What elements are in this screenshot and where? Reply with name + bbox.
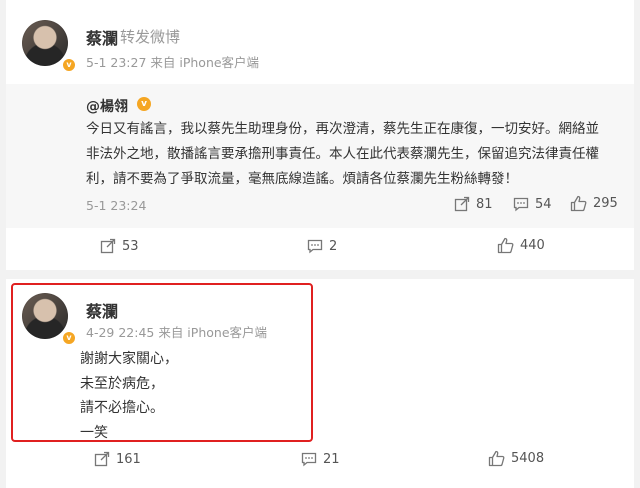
- avatar[interactable]: [22, 293, 68, 339]
- comment-button[interactable]: 21: [301, 451, 340, 467]
- share-icon: [100, 238, 116, 254]
- share-icon: [454, 196, 470, 212]
- quoted-time: 5-1 23:24: [86, 198, 147, 213]
- avatar[interactable]: [22, 20, 68, 66]
- author-name[interactable]: 蔡瀾: [86, 25, 118, 49]
- quoted-like-button[interactable]: 295: [570, 195, 618, 212]
- comment-count: 21: [323, 451, 340, 467]
- verified-icon: v: [61, 330, 77, 346]
- repost-card: v 蔡瀾 转发微博 5-1 23:27 来自 iPhone客户端 @楊翎 v 今…: [6, 0, 634, 270]
- verified-icon: v: [137, 97, 151, 111]
- like-icon: [497, 237, 514, 254]
- quoted-text-line: 利，請不要為了爭取流量，毫無底線造謠。煩請各位蔡瀾先生粉絲轉發！: [86, 171, 518, 187]
- like-count: 295: [593, 196, 618, 211]
- post-text: 謝謝大家關心， 未至於病危， 請不必擔心。 一笑: [80, 347, 178, 445]
- comment-icon: [513, 196, 529, 212]
- quoted-text-line: 非法外之地，散播謠言要承擔刑事責任。本人在此代表蔡瀾先生，保留追究法律責任權: [86, 146, 599, 162]
- post-meta: 4-29 22:45 来自 iPhone客户端: [86, 325, 268, 340]
- quoted-author[interactable]: @楊翎: [86, 96, 128, 116]
- post-text-line: 謝謝大家關心，: [80, 351, 178, 367]
- quoted-text-line: 今日又有謠言，我以蔡先生助理身份，再次澄清，蔡先生正在康復，一切安好。網絡並: [86, 121, 599, 137]
- post-text-line: 請不必擔心。: [80, 400, 164, 416]
- repost-button[interactable]: 161: [94, 451, 141, 467]
- like-count: 5408: [511, 451, 545, 466]
- like-button[interactable]: 5408: [488, 450, 544, 467]
- like-button[interactable]: 440: [497, 237, 545, 254]
- post-text-line: 未至於病危，: [80, 375, 164, 392]
- like-icon: [488, 450, 505, 467]
- repost-button[interactable]: 53: [100, 238, 139, 254]
- author-name[interactable]: 蔡瀾: [86, 298, 118, 322]
- post-text-line: 一笑: [80, 424, 108, 441]
- repost-count: 53: [122, 238, 139, 254]
- quoted-comment-button[interactable]: 54: [513, 196, 552, 212]
- like-icon: [570, 195, 587, 212]
- comment-icon: [307, 238, 323, 254]
- repost-count: 81: [476, 196, 493, 212]
- share-icon: [94, 451, 110, 467]
- quoted-text: 今日又有謠言，我以蔡先生助理身份，再次澄清，蔡先生正在康復，一切安好。網絡並 非…: [86, 117, 622, 192]
- comment-button[interactable]: 2: [307, 238, 337, 254]
- post-meta: 5-1 23:27 来自 iPhone客户端: [86, 55, 260, 70]
- repost-count: 161: [116, 451, 141, 467]
- comment-icon: [301, 451, 317, 467]
- quoted-repost-button[interactable]: 81: [454, 196, 493, 212]
- like-count: 440: [520, 238, 545, 253]
- comment-count: 54: [535, 196, 552, 212]
- verified-icon: v: [61, 57, 77, 73]
- repost-label: 转发微博: [120, 28, 181, 46]
- comment-count: 2: [329, 238, 338, 254]
